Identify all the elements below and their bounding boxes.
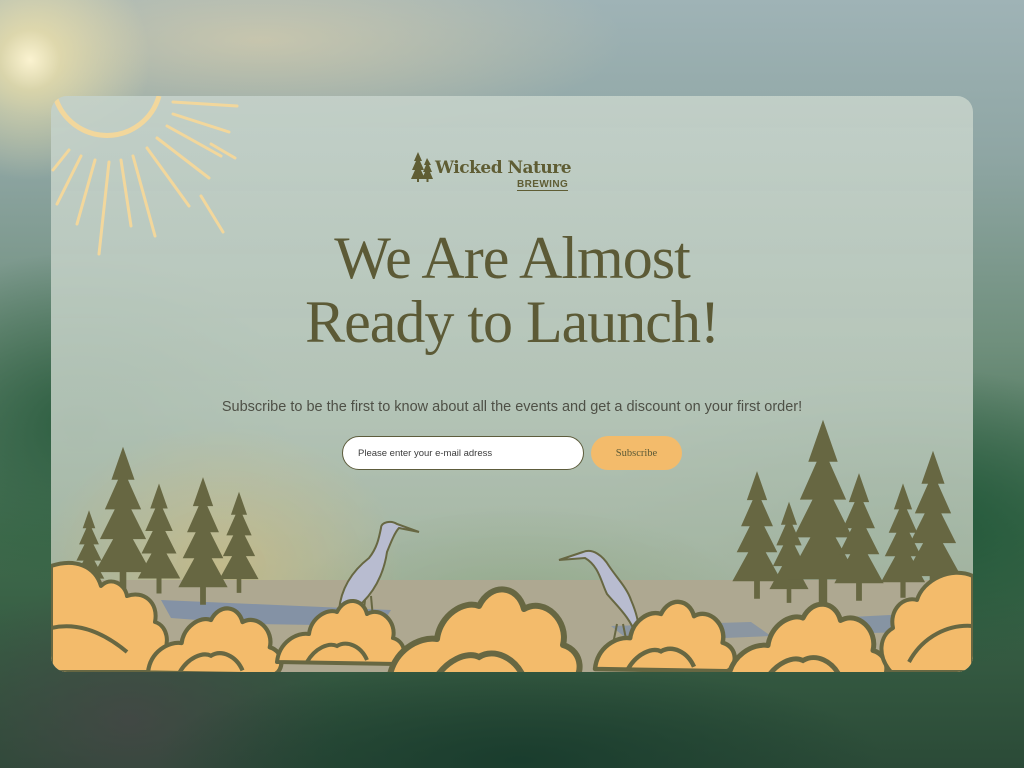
brand-logo[interactable]: Wicked Nature BREWING <box>411 150 581 196</box>
subscribe-description: Subscribe to be the first to know about … <box>221 398 803 415</box>
subscribe-button[interactable]: Subscribe <box>591 436 682 470</box>
headline-line-1: We Are Almost <box>334 225 690 291</box>
page-title: We Are Almost Ready to Launch! <box>51 226 973 354</box>
brand-name: Wicked Nature <box>435 158 572 178</box>
email-input[interactable] <box>342 436 584 470</box>
pine-tree-icon <box>732 419 962 605</box>
launch-card: Wicked Nature BREWING We Are Almost Read… <box>51 96 973 672</box>
headline-line-2: Ready to Launch! <box>305 289 720 355</box>
pine-tree-icon <box>411 152 433 182</box>
brand-subtitle: BREWING <box>517 179 569 191</box>
